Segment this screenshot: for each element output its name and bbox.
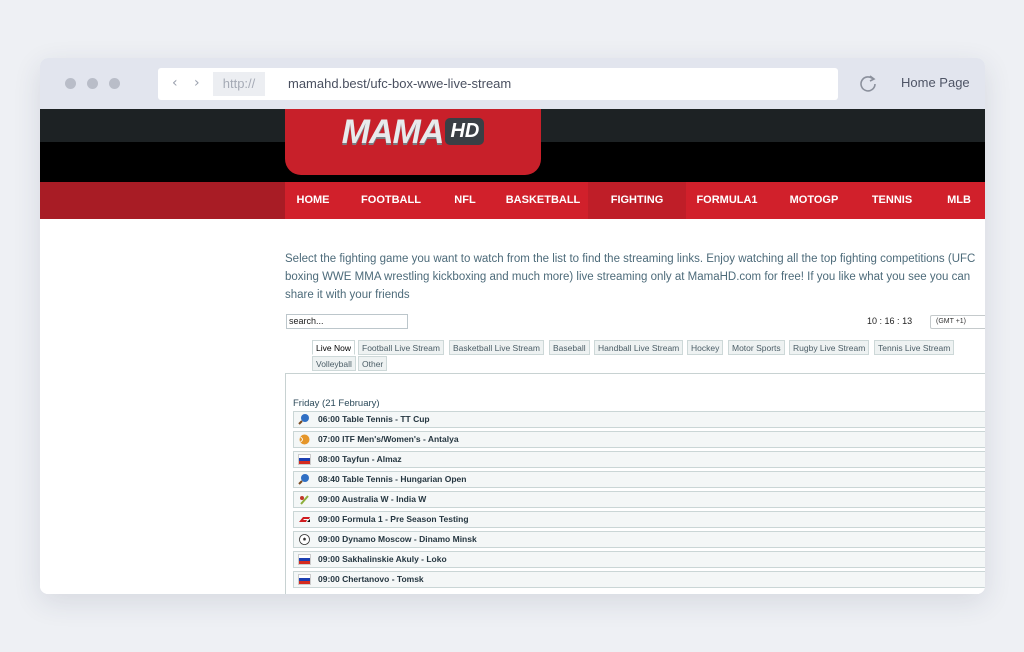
url-text[interactable]: mamahd.best/ufc-box-wwe-live-stream — [288, 76, 511, 91]
event-row[interactable]: 09:00 Formula 1 - Pre Season Testing — [293, 511, 985, 528]
reload-icon[interactable] — [858, 74, 878, 94]
nav-tennis[interactable]: TENNIS — [864, 182, 920, 219]
event-row[interactable]: 09:00 Sakhalinskie Akuly - Loko — [293, 551, 985, 568]
event-label: 09:00 Formula 1 - Pre Season Testing — [318, 514, 469, 524]
event-label: 08:40 Table Tennis - Hungarian Open — [318, 474, 467, 484]
nav-fighting[interactable]: FIGHTING — [588, 182, 686, 219]
cricket-icon — [300, 495, 309, 505]
event-label: 07:00 ITF Men's/Women's - Antalya — [318, 434, 459, 444]
nav-home[interactable]: HOME — [285, 182, 341, 219]
intro-line: boxing WWE MMA wrestling kickboxing and … — [285, 271, 971, 283]
event-row[interactable]: 06:00 Table Tennis - TT Cup — [293, 411, 985, 428]
site-logo[interactable]: MAMA HD — [285, 109, 541, 175]
tab-tennis[interactable]: Tennis Live Stream — [874, 340, 955, 355]
home-page-link[interactable]: Home Page — [901, 75, 970, 90]
window-minimize-dot[interactable] — [87, 78, 98, 89]
window-maximize-dot[interactable] — [109, 78, 120, 89]
website: MAMA HD HOME FOOTBALL NFL BASKETBALL FIGH… — [40, 109, 985, 594]
tab-baseball[interactable]: Baseball — [549, 340, 590, 355]
russia-flag-icon — [298, 554, 311, 565]
event-label: 09:00 Australia W - India W — [318, 494, 427, 504]
nav-basketball[interactable]: BASKETBALL — [499, 182, 587, 219]
table-tennis-icon — [298, 474, 309, 485]
nav-motogp[interactable]: MOTOGP — [781, 182, 847, 219]
tab-handball[interactable]: Handball Live Stream — [594, 340, 684, 355]
event-row[interactable]: 07:00 ITF Men's/Women's - Antalya — [293, 431, 985, 448]
main-nav: HOME FOOTBALL NFL BASKETBALL FIGHTING FO… — [40, 182, 985, 219]
clock-seconds: 13 — [902, 316, 913, 326]
clock-minutes: 16 — [884, 316, 895, 326]
intro-line: share it with your friends — [285, 289, 410, 301]
logo-text: MAMA — [341, 113, 445, 151]
soccer-ball-icon — [299, 534, 310, 545]
tab-volleyball[interactable]: Volleyball — [312, 356, 356, 371]
intro-text: Select the fighting game you want to wat… — [285, 250, 985, 304]
russia-flag-icon — [298, 454, 311, 465]
search-input[interactable]: search... — [286, 314, 408, 329]
live-clock: 10 : 16 : 13 — [867, 316, 913, 326]
tab-motor-sports[interactable]: Motor Sports — [728, 340, 785, 355]
event-label: 06:00 Table Tennis - TT Cup — [318, 414, 430, 424]
browser-toolbar: ‹ › http:// mamahd.best/ufc-box-wwe-live… — [40, 58, 985, 109]
address-bar[interactable]: ‹ › http:// mamahd.best/ufc-box-wwe-live… — [158, 68, 838, 100]
nav-football[interactable]: FOOTBALL — [352, 182, 430, 219]
tab-other[interactable]: Other — [358, 356, 388, 371]
event-row[interactable]: 09:00 Dynamo Moscow - Dinamo Minsk — [293, 531, 985, 548]
event-row[interactable]: 08:00 Tayfun - Almaz — [293, 451, 985, 468]
logo-suffix: HD — [445, 118, 485, 145]
formula1-icon — [299, 517, 310, 522]
clock-hours: 10 — [867, 316, 878, 326]
timezone-select[interactable]: (GMT +1) — [930, 315, 985, 329]
tab-basketball[interactable]: Basketball Live Stream — [449, 340, 544, 355]
nav-nfl[interactable]: NFL — [440, 182, 490, 219]
url-protocol: http:// — [213, 72, 265, 96]
tab-live-now[interactable]: Live Now — [312, 340, 355, 355]
window-close-dot[interactable] — [65, 78, 76, 89]
event-row[interactable]: 09:00 Australia W - India W — [293, 491, 985, 508]
tennis-ball-icon — [299, 434, 310, 445]
day-header: Friday (21 February) — [293, 398, 380, 409]
event-row[interactable]: 08:40 Table Tennis - Hungarian Open — [293, 471, 985, 488]
event-label: 08:00 Tayfun - Almaz — [318, 454, 402, 464]
intro-line: Select the fighting game you want to wat… — [285, 253, 976, 265]
back-forward-icon[interactable]: ‹ › — [172, 75, 206, 91]
nav-mlb[interactable]: MLB — [938, 182, 980, 219]
event-label: 09:00 Chertanovo - Tomsk — [318, 574, 424, 584]
browser-window: ‹ › http:// mamahd.best/ufc-box-wwe-live… — [40, 58, 985, 594]
nav-left-fill — [40, 182, 285, 219]
event-label: 09:00 Dynamo Moscow - Dinamo Minsk — [318, 534, 477, 544]
event-label: 09:00 Sakhalinskie Akuly - Loko — [318, 554, 447, 564]
tab-rugby[interactable]: Rugby Live Stream — [789, 340, 870, 355]
russia-flag-icon — [298, 574, 311, 585]
table-tennis-icon — [298, 414, 309, 425]
event-row[interactable]: 09:00 Chertanovo - Tomsk — [293, 571, 985, 588]
tab-football[interactable]: Football Live Stream — [358, 340, 444, 355]
nav-formula1[interactable]: FORMULA1 — [688, 182, 766, 219]
tab-hockey[interactable]: Hockey — [687, 340, 724, 355]
